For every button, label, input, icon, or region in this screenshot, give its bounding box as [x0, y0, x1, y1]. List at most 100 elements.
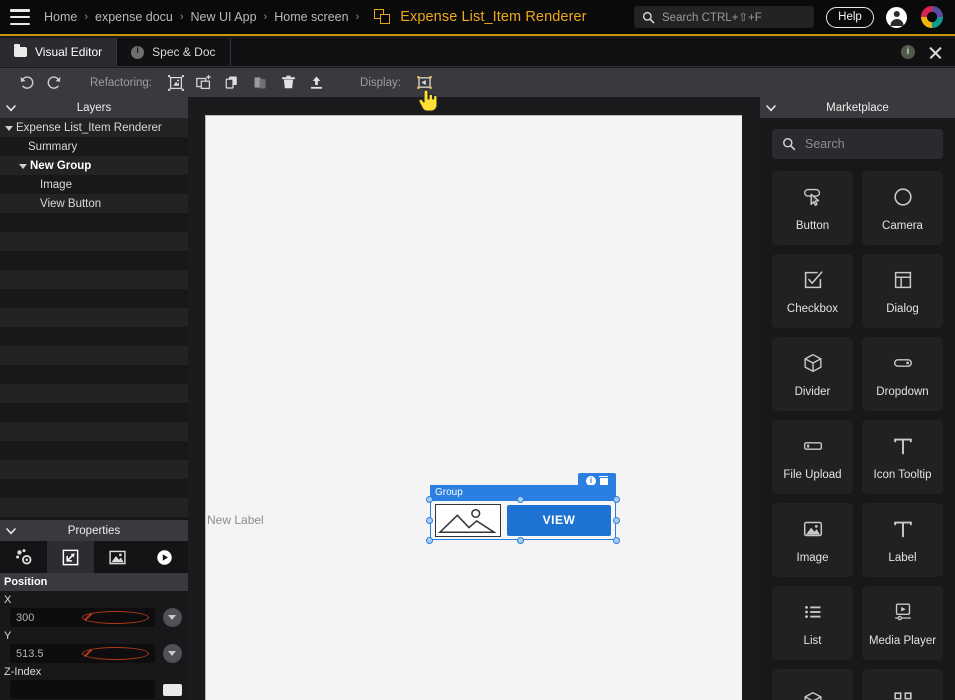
- marketplace-card-file-upload[interactable]: File Upload: [772, 420, 853, 494]
- marketplace-card-list[interactable]: List: [772, 586, 853, 660]
- marketplace-search-placeholder: Search: [805, 137, 845, 151]
- redo-button[interactable]: [40, 71, 68, 95]
- canvas-area[interactable]: New Label Group VIEW: [188, 97, 760, 700]
- x-input[interactable]: 300: [10, 608, 155, 627]
- resize-handle[interactable]: [613, 537, 620, 544]
- paste-button[interactable]: [246, 71, 274, 95]
- layer-label: Image: [40, 179, 72, 191]
- layer-row-image[interactable]: Image: [0, 175, 188, 194]
- marketplace-card-icon-tooltip[interactable]: Icon Tooltip: [862, 420, 943, 494]
- layer-row-empty[interactable]: [0, 422, 188, 441]
- marketplace-card-divider[interactable]: Divider: [772, 337, 853, 411]
- header-actions: Search CTRL+⇧+F Help: [634, 4, 945, 30]
- no-entry-icon[interactable]: [82, 647, 150, 660]
- canvas-new-label[interactable]: New Label: [207, 513, 264, 527]
- layer-row-empty[interactable]: [0, 365, 188, 384]
- close-icon[interactable]: [928, 45, 943, 60]
- undo-icon: [18, 74, 35, 91]
- chevron-down-icon[interactable]: [5, 525, 17, 537]
- image-placeholder-icon[interactable]: [435, 504, 501, 537]
- resize-handle[interactable]: [517, 496, 524, 503]
- extract-component-button[interactable]: [162, 71, 190, 95]
- search-input[interactable]: Search CTRL+⇧+F: [634, 6, 814, 28]
- tab-spec-and-doc[interactable]: Spec & Doc: [117, 38, 230, 66]
- delete-button[interactable]: [274, 71, 302, 95]
- tab-actions[interactable]: [141, 541, 188, 573]
- resize-handle[interactable]: [426, 496, 433, 503]
- copy-button[interactable]: [218, 71, 246, 95]
- marketplace-card-checkbox[interactable]: Checkbox: [772, 254, 853, 328]
- editor-tabbar: Visual Editor Spec & Doc: [0, 38, 955, 67]
- marketplace-card[interactable]: [862, 669, 943, 700]
- redo-icon: [46, 74, 63, 91]
- display-bounding-box-toggle[interactable]: [411, 71, 439, 95]
- marketplace-card-image[interactable]: Image: [772, 503, 853, 577]
- layer-row-expense-list-item-renderer[interactable]: Expense List_Item Renderer: [0, 118, 188, 137]
- x-stepper-button[interactable]: [163, 608, 182, 627]
- no-entry-icon[interactable]: [82, 611, 150, 624]
- chevron-down-icon[interactable]: [5, 102, 17, 114]
- layer-row-empty[interactable]: [0, 479, 188, 498]
- resize-handle[interactable]: [613, 496, 620, 503]
- chevron-down-icon[interactable]: [18, 161, 28, 171]
- group-body: VIEW: [430, 500, 616, 540]
- layer-row-empty[interactable]: [0, 251, 188, 270]
- layer-row-empty[interactable]: [0, 327, 188, 346]
- breadcrumb-item-home-screen[interactable]: Home screen: [274, 10, 348, 24]
- info-circle-icon[interactable]: [586, 476, 596, 486]
- upload-button[interactable]: [302, 71, 330, 95]
- help-button[interactable]: Help: [826, 7, 874, 28]
- selected-group[interactable]: Group VIEW: [430, 485, 616, 540]
- marketplace-card-dropdown[interactable]: Dropdown: [862, 337, 943, 411]
- resize-handle[interactable]: [613, 517, 620, 524]
- z-index-input[interactable]: [10, 680, 155, 699]
- layer-row-empty[interactable]: [0, 270, 188, 289]
- layer-row-view-button[interactable]: View Button: [0, 194, 188, 213]
- resize-handle[interactable]: [426, 517, 433, 524]
- y-stepper-button[interactable]: [163, 644, 182, 663]
- layer-row-empty[interactable]: [0, 384, 188, 403]
- marketplace-card-dialog[interactable]: Dialog: [862, 254, 943, 328]
- tab-general[interactable]: [0, 541, 47, 573]
- resize-handle[interactable]: [426, 537, 433, 544]
- create-group-button[interactable]: [190, 71, 218, 95]
- chevron-down-icon[interactable]: [4, 123, 14, 133]
- canvas-page[interactable]: [205, 115, 742, 700]
- y-input[interactable]: 513.5: [10, 644, 155, 663]
- layer-row-new-group[interactable]: New Group: [0, 156, 188, 175]
- breadcrumb-item-home[interactable]: Home: [44, 10, 77, 24]
- tab-style[interactable]: [94, 541, 141, 573]
- layer-row-empty[interactable]: [0, 289, 188, 308]
- layer-row-summary[interactable]: Summary: [0, 137, 188, 156]
- undo-button[interactable]: [12, 71, 40, 95]
- layer-row-empty[interactable]: [0, 498, 188, 517]
- layer-row-empty[interactable]: [0, 308, 188, 327]
- marketplace-card-button[interactable]: Button: [772, 171, 853, 245]
- layer-row-empty[interactable]: [0, 403, 188, 422]
- info-circle-icon[interactable]: [901, 45, 915, 59]
- trash-icon[interactable]: [599, 476, 608, 486]
- layer-row-empty[interactable]: [0, 441, 188, 460]
- z-index-extra-button[interactable]: [163, 684, 182, 696]
- marketplace-card-media-player[interactable]: Media Player: [862, 586, 943, 660]
- layer-row-empty[interactable]: [0, 213, 188, 232]
- app-root: Home › expense docu › New UI App › Home …: [0, 0, 955, 700]
- breadcrumb-item-new-ui-app[interactable]: New UI App: [191, 10, 257, 24]
- layer-row-empty[interactable]: [0, 232, 188, 251]
- resize-handle[interactable]: [517, 537, 524, 544]
- tab-visual-editor[interactable]: Visual Editor: [0, 38, 117, 66]
- user-avatar-icon[interactable]: [886, 7, 907, 28]
- hamburger-menu-icon[interactable]: [10, 9, 30, 25]
- marketplace-card-camera[interactable]: Camera: [862, 171, 943, 245]
- breadcrumb-item-expense-docu[interactable]: expense docu: [95, 10, 173, 24]
- marketplace-card-label[interactable]: Label: [862, 503, 943, 577]
- brand-donut-logo[interactable]: [919, 4, 945, 30]
- marketplace-card[interactable]: [772, 669, 853, 700]
- tab-layout[interactable]: [47, 541, 94, 573]
- layer-row-empty[interactable]: [0, 460, 188, 479]
- z-index-row: [0, 680, 188, 699]
- layer-row-empty[interactable]: [0, 346, 188, 365]
- marketplace-search-input[interactable]: Search: [772, 129, 943, 159]
- view-button[interactable]: VIEW: [507, 505, 611, 536]
- chevron-down-icon[interactable]: [765, 102, 777, 114]
